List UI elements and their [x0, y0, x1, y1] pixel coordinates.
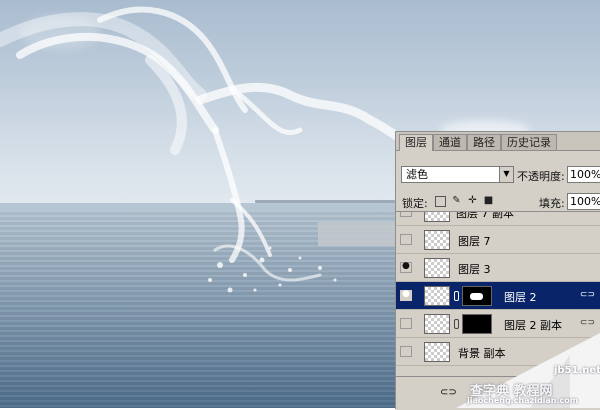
layer-row[interactable]: 图层 3 [396, 254, 600, 282]
watermark-url: jiaocheng.chazidian.com [467, 396, 579, 405]
lock-label: 锁定: [402, 197, 428, 210]
tab-paths[interactable]: 路径 [467, 134, 501, 150]
layer-thumbnail [424, 342, 450, 362]
layer-mask-thumbnail[interactable] [462, 314, 492, 334]
lock-transparent-icon[interactable] [435, 196, 446, 207]
lock-brush-icon[interactable]: ✎ [451, 195, 462, 206]
link-layers-icon[interactable]: ⊂⊃ [440, 387, 457, 398]
lock-move-icon[interactable]: ✛ [467, 195, 478, 206]
visibility-toggle[interactable] [400, 212, 412, 217]
tab-channels[interactable]: 通道 [433, 134, 467, 150]
chevron-down-icon[interactable]: ▼ [499, 166, 514, 183]
watermark-site: jb51.net [554, 365, 600, 376]
layer-thumbnail [424, 286, 450, 306]
layer-name: 图层 2 [504, 291, 537, 304]
blend-mode-select[interactable]: 滤色 [401, 166, 514, 183]
eye-icon[interactable] [400, 261, 412, 273]
layer-row[interactable]: 图层 7 副本 [396, 211, 600, 226]
opacity-input[interactable]: 100% [567, 166, 600, 183]
layer-name: 图层 7 副本 [456, 211, 514, 220]
layer-row[interactable]: 图层 7 [396, 226, 600, 254]
layer-name: 图层 2 副本 [504, 319, 562, 332]
chain-icon: ⊂⊃ [579, 318, 595, 328]
layer-thumbnail [424, 212, 450, 222]
layer-row-selected[interactable]: 图层 2 ⊂⊃ [396, 282, 600, 310]
eye-icon[interactable] [400, 289, 412, 301]
fill-label: 填充: [539, 197, 565, 210]
gray-patch [318, 222, 398, 246]
link-icon[interactable] [454, 319, 459, 329]
lock-all-icon[interactable]: ■ [483, 195, 494, 206]
layer-name: 图层 7 [458, 235, 491, 248]
layer-thumbnail [424, 230, 450, 250]
fill-input[interactable]: 100% [567, 193, 600, 210]
opacity-label: 不透明度: [517, 170, 565, 183]
layer-mask-thumbnail[interactable] [462, 286, 492, 306]
tab-layers[interactable]: 图层 [399, 134, 433, 151]
visibility-toggle[interactable] [400, 234, 412, 245]
panel-tabs: 图层 通道 路径 历史记录 [396, 132, 600, 151]
tab-history[interactable]: 历史记录 [501, 134, 557, 150]
layer-name: 图层 3 [458, 263, 491, 276]
visibility-toggle[interactable] [400, 318, 412, 329]
layer-thumbnail [424, 314, 450, 334]
link-icon[interactable] [454, 291, 459, 301]
layer-thumbnail [424, 258, 450, 278]
chain-icon: ⊂⊃ [579, 290, 595, 300]
visibility-toggle[interactable] [400, 346, 412, 357]
